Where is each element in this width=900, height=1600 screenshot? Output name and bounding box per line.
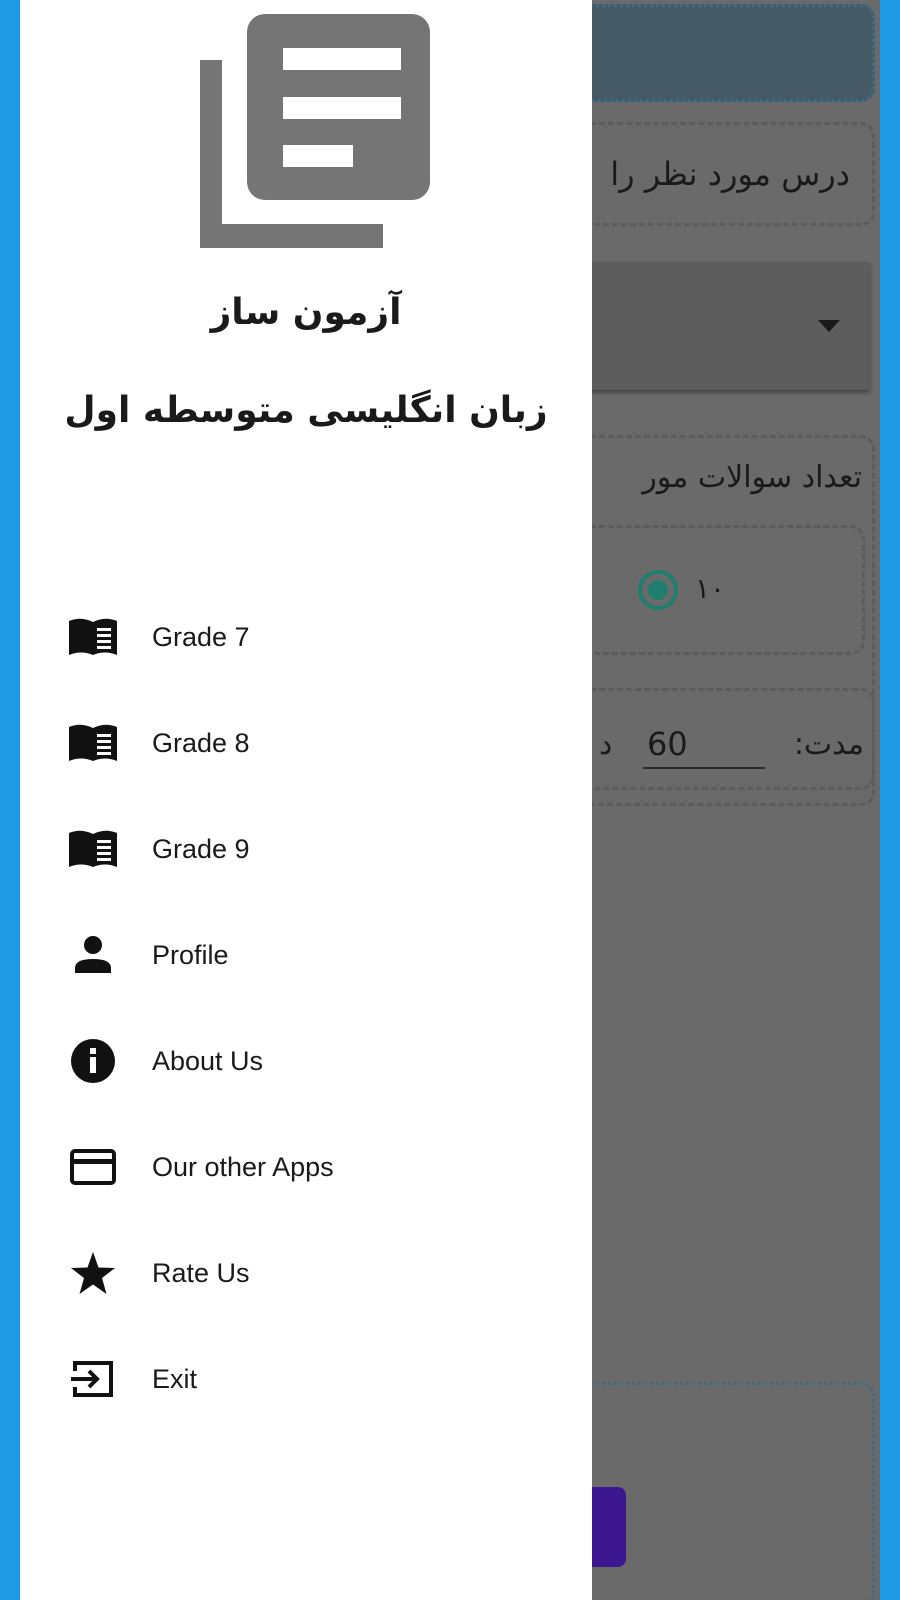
card-icon (68, 1142, 118, 1192)
menu-item-about-us[interactable]: About Us (20, 1008, 592, 1114)
menu-item-rate-us[interactable]: Rate Us (20, 1220, 592, 1326)
app-title: آزمون ساز (210, 292, 402, 333)
radio-option-label: ۱۰ (695, 572, 726, 605)
star-icon (68, 1248, 118, 1298)
menu-item-profile[interactable]: Profile (20, 902, 592, 1008)
question-count-label: تعداد سوالات مور (642, 460, 862, 495)
book-icon (68, 718, 118, 768)
duration-label: مدت: (793, 727, 864, 762)
navigation-drawer: آزمون ساز زبان انگلیسی متوسطه اول Grade … (20, 0, 592, 1600)
person-icon (68, 930, 118, 980)
menu-item-label: Grade 8 (152, 727, 250, 758)
drawer-menu: Grade 7 Grade 8 Grade 9 Profile About Us (20, 584, 592, 1432)
menu-item-label: About Us (152, 1045, 264, 1076)
menu-item-label: Profile (152, 939, 229, 970)
menu-item-label: Rate Us (152, 1257, 250, 1288)
menu-item-label: Grade 9 (152, 833, 250, 864)
menu-item-label: Exit (152, 1363, 198, 1394)
book-icon (68, 612, 118, 662)
lesson-prompt: درس مورد نظر را (610, 155, 850, 193)
menu-item-other-apps[interactable]: Our other Apps (20, 1114, 592, 1220)
menu-item-label: Our other Apps (152, 1151, 334, 1182)
duration-unit: د (599, 727, 613, 762)
menu-item-exit[interactable]: Exit (20, 1326, 592, 1432)
radio-button-selected (638, 570, 678, 610)
menu-item-label: Grade 7 (152, 621, 250, 652)
info-icon (68, 1036, 118, 1086)
exit-icon (68, 1354, 118, 1404)
document-stack-icon (200, 14, 430, 248)
menu-item-grade-9[interactable]: Grade 9 (20, 796, 592, 902)
menu-item-grade-7[interactable]: Grade 7 (20, 584, 592, 690)
menu-item-grade-8[interactable]: Grade 8 (20, 690, 592, 796)
book-icon (68, 824, 118, 874)
app-subtitle: زبان انگلیسی متوسطه اول (64, 390, 548, 431)
dropdown-arrow-icon (818, 320, 840, 332)
duration-input: 60 (643, 725, 765, 769)
